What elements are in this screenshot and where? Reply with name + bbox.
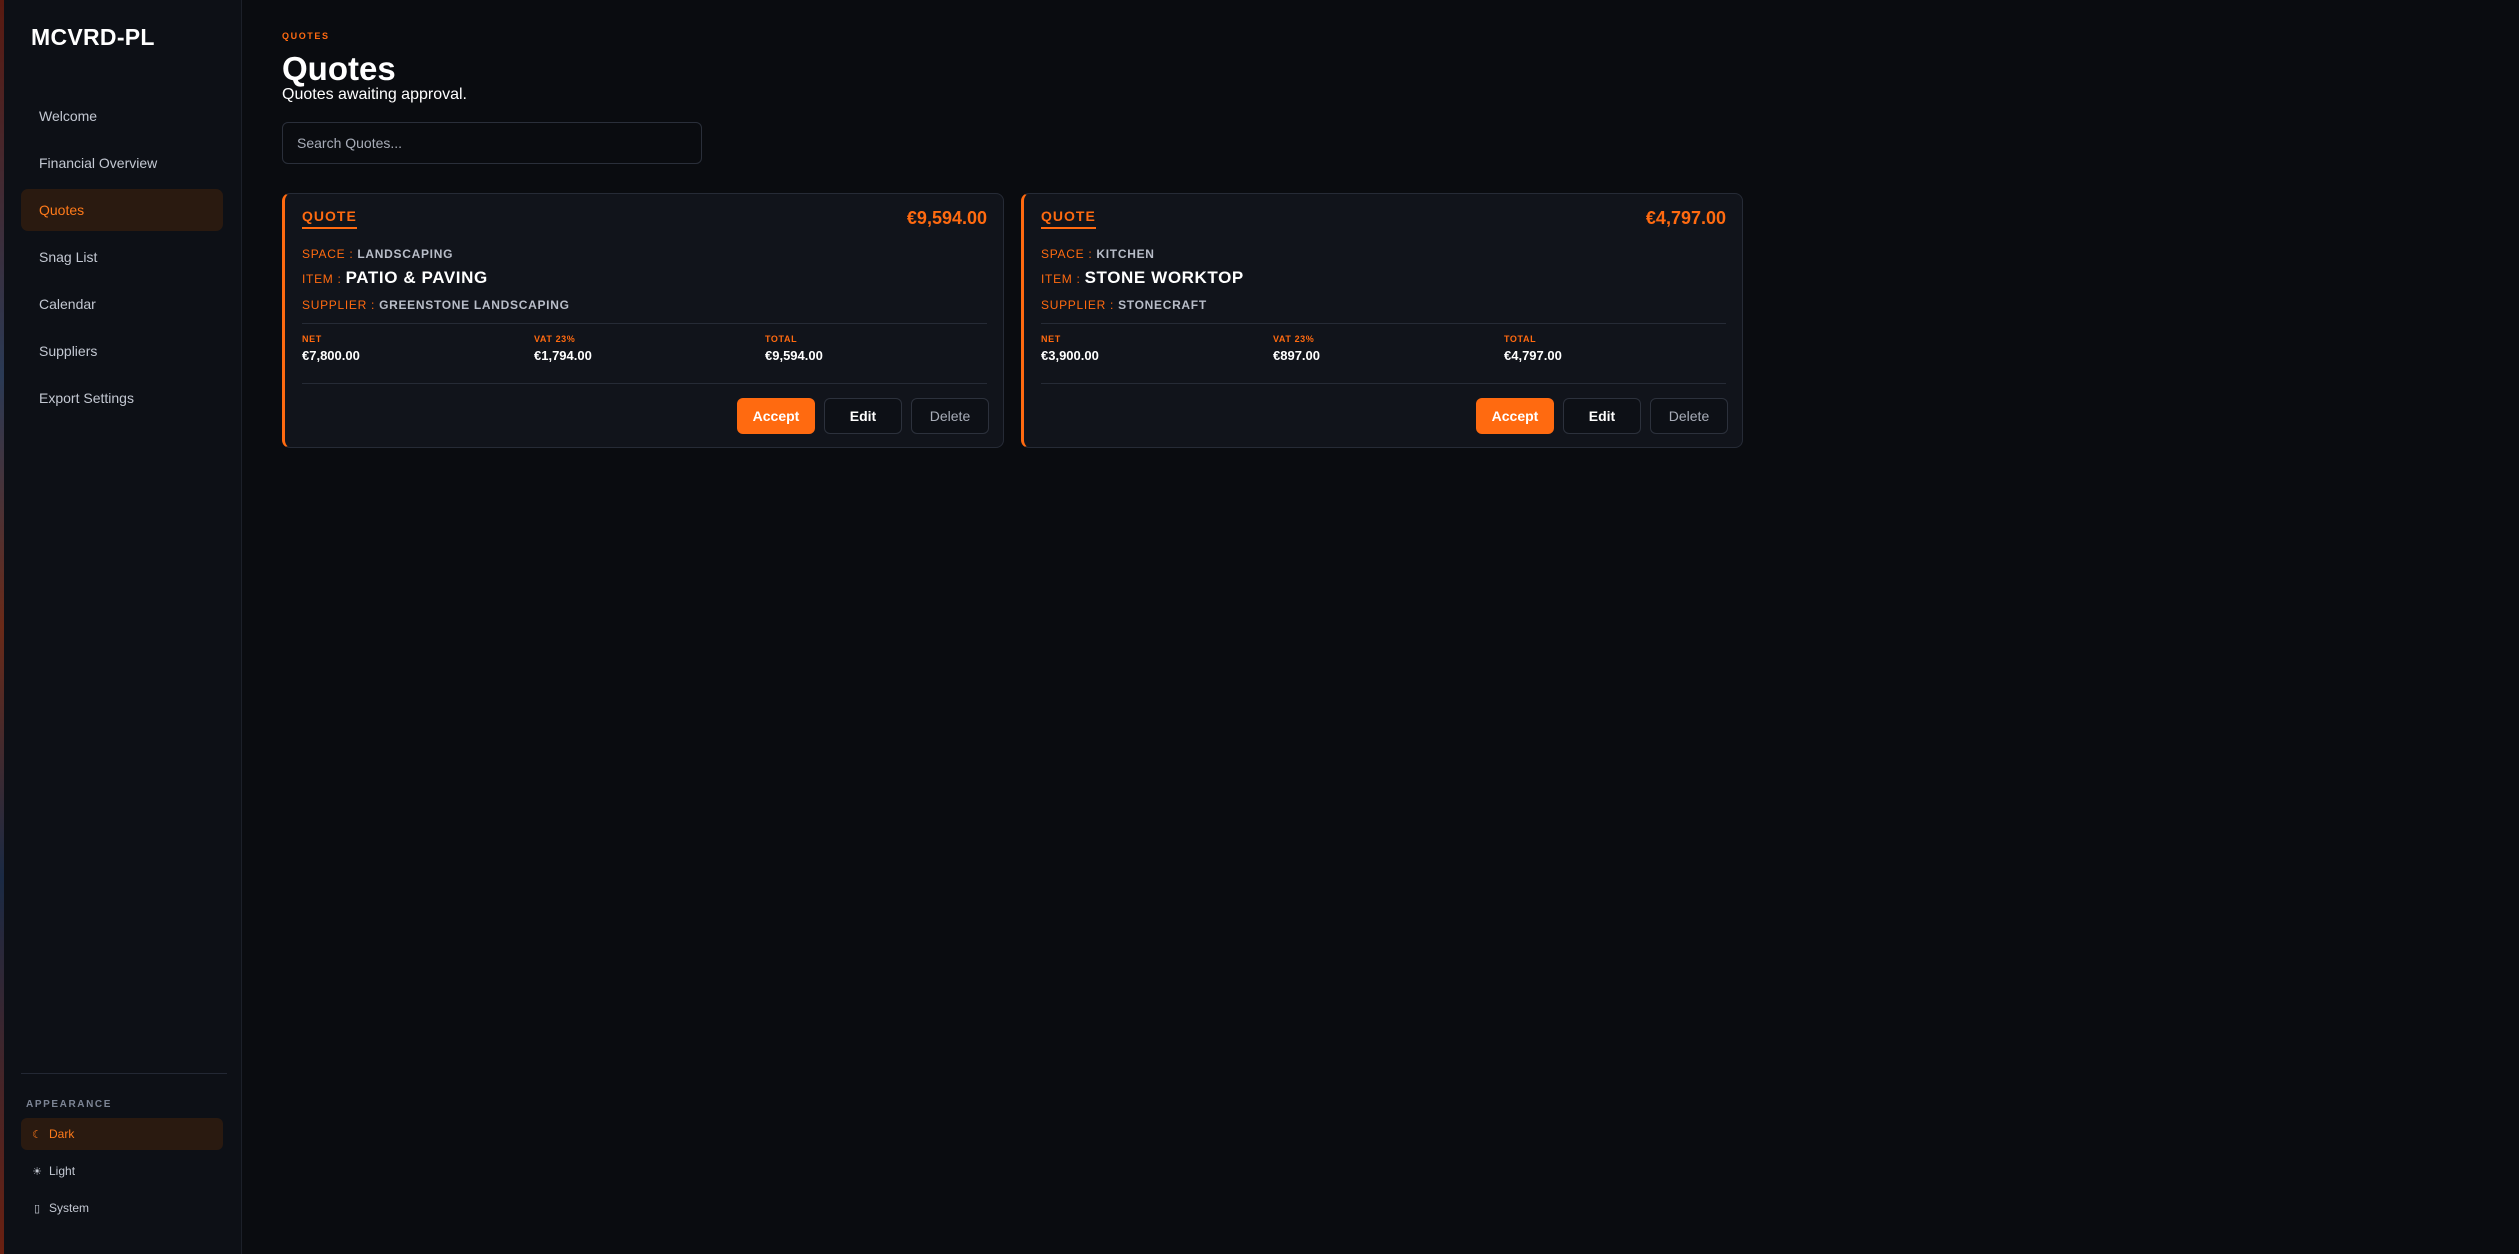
- net-value: €3,900.00: [1041, 348, 1099, 363]
- monitor-icon: ▯: [33, 1202, 41, 1215]
- item-label: ITEM :: [1041, 272, 1081, 286]
- net-label: NET: [302, 334, 322, 344]
- vat-label: VAT 23%: [1273, 334, 1315, 344]
- divider: [1041, 323, 1726, 324]
- quote-supplier: SUPPLIER : GREENSTONE LANDSCAPING: [302, 298, 570, 312]
- sun-icon: ☀: [32, 1165, 42, 1178]
- total-label: TOTAL: [765, 334, 798, 344]
- edit-button[interactable]: Edit: [1563, 398, 1641, 434]
- total-figure: TOTAL €9,594.00: [765, 334, 823, 363]
- net-label: NET: [1041, 334, 1061, 344]
- quote-amount: €4,797.00: [1645, 208, 1726, 228]
- item-value: PATIO & PAVING: [345, 268, 488, 287]
- total-figure: TOTAL €4,797.00: [1504, 334, 1562, 363]
- total-value: €4,797.00: [1504, 348, 1562, 363]
- item-value: STONE WORKTOP: [1084, 268, 1244, 287]
- sidebar-item-welcome[interactable]: Welcome: [21, 95, 223, 137]
- theme-option-label: System: [49, 1201, 90, 1215]
- supplier-value: STONECRAFT: [1118, 298, 1207, 312]
- theme-option-light[interactable]: ☀ Light: [21, 1155, 223, 1187]
- net-value: €7,800.00: [302, 348, 360, 363]
- quote-supplier: SUPPLIER : STONECRAFT: [1041, 298, 1207, 312]
- accept-button[interactable]: Accept: [1476, 398, 1554, 434]
- divider: [1041, 383, 1726, 384]
- sidebar-item-calendar[interactable]: Calendar: [21, 283, 223, 325]
- sidebar-divider: [21, 1073, 227, 1074]
- quote-space: SPACE : LANDSCAPING: [302, 247, 453, 261]
- quote-space: SPACE : KITCHEN: [1041, 247, 1155, 261]
- quote-tag: QUOTE: [302, 208, 357, 229]
- page-eyebrow: QUOTES: [282, 31, 330, 41]
- quote-card: QUOTE €9,594.00 SPACE : LANDSCAPING ITEM…: [282, 193, 1004, 448]
- delete-button[interactable]: Delete: [911, 398, 989, 434]
- quote-card: QUOTE €4,797.00 SPACE : KITCHEN ITEM : S…: [1021, 193, 1743, 448]
- supplier-label: SUPPLIER :: [302, 298, 376, 312]
- page-subtitle: Quotes awaiting approval.: [282, 86, 467, 103]
- quote-amount: €9,594.00: [906, 208, 987, 228]
- vat-figure: VAT 23% €897.00: [1273, 334, 1320, 363]
- theme-option-dark[interactable]: ☾ Dark: [21, 1118, 223, 1150]
- sidebar-nav: Welcome Financial Overview Quotes Snag L…: [21, 95, 223, 424]
- net-figure: NET €7,800.00: [302, 334, 360, 363]
- theme-option-label: Light: [49, 1164, 76, 1178]
- space-label: SPACE :: [302, 247, 354, 261]
- delete-button[interactable]: Delete: [1650, 398, 1728, 434]
- vat-value: €1,794.00: [534, 348, 592, 363]
- sidebar: MCVRD-PL Welcome Financial Overview Quot…: [4, 0, 242, 1254]
- sidebar-item-suppliers[interactable]: Suppliers: [21, 330, 223, 372]
- sidebar-item-export-settings[interactable]: Export Settings: [21, 377, 223, 419]
- supplier-label: SUPPLIER :: [1041, 298, 1115, 312]
- sidebar-item-financial-overview[interactable]: Financial Overview: [21, 142, 223, 184]
- sidebar-item-quotes[interactable]: Quotes: [21, 189, 223, 231]
- vat-value: €897.00: [1273, 348, 1320, 363]
- total-value: €9,594.00: [765, 348, 823, 363]
- vat-label: VAT 23%: [534, 334, 576, 344]
- quote-item: ITEM : PATIO & PAVING: [302, 268, 488, 288]
- page-title: Quotes: [282, 50, 396, 87]
- theme-option-system[interactable]: ▯ System: [21, 1192, 223, 1224]
- net-figure: NET €3,900.00: [1041, 334, 1099, 363]
- divider: [302, 323, 987, 324]
- quote-item: ITEM : STONE WORKTOP: [1041, 268, 1244, 288]
- space-label: SPACE :: [1041, 247, 1093, 261]
- space-value: KITCHEN: [1096, 247, 1155, 261]
- divider: [302, 383, 987, 384]
- quote-tag: QUOTE: [1041, 208, 1096, 229]
- accept-button[interactable]: Accept: [737, 398, 815, 434]
- sidebar-item-snag-list[interactable]: Snag List: [21, 236, 223, 278]
- space-value: LANDSCAPING: [357, 247, 454, 261]
- total-label: TOTAL: [1504, 334, 1537, 344]
- edit-button[interactable]: Edit: [824, 398, 902, 434]
- vat-figure: VAT 23% €1,794.00: [534, 334, 592, 363]
- item-label: ITEM :: [302, 272, 342, 286]
- moon-icon: ☾: [32, 1128, 42, 1141]
- theme-option-label: Dark: [49, 1127, 75, 1141]
- app-brand: MCVRD-PL: [31, 24, 155, 50]
- theme-switcher: ☾ Dark ☀ Light ▯ System: [21, 1118, 223, 1229]
- appearance-heading: APPEARANCE: [26, 1099, 113, 1110]
- supplier-value: GREENSTONE LANDSCAPING: [379, 298, 570, 312]
- search-input[interactable]: [282, 122, 702, 164]
